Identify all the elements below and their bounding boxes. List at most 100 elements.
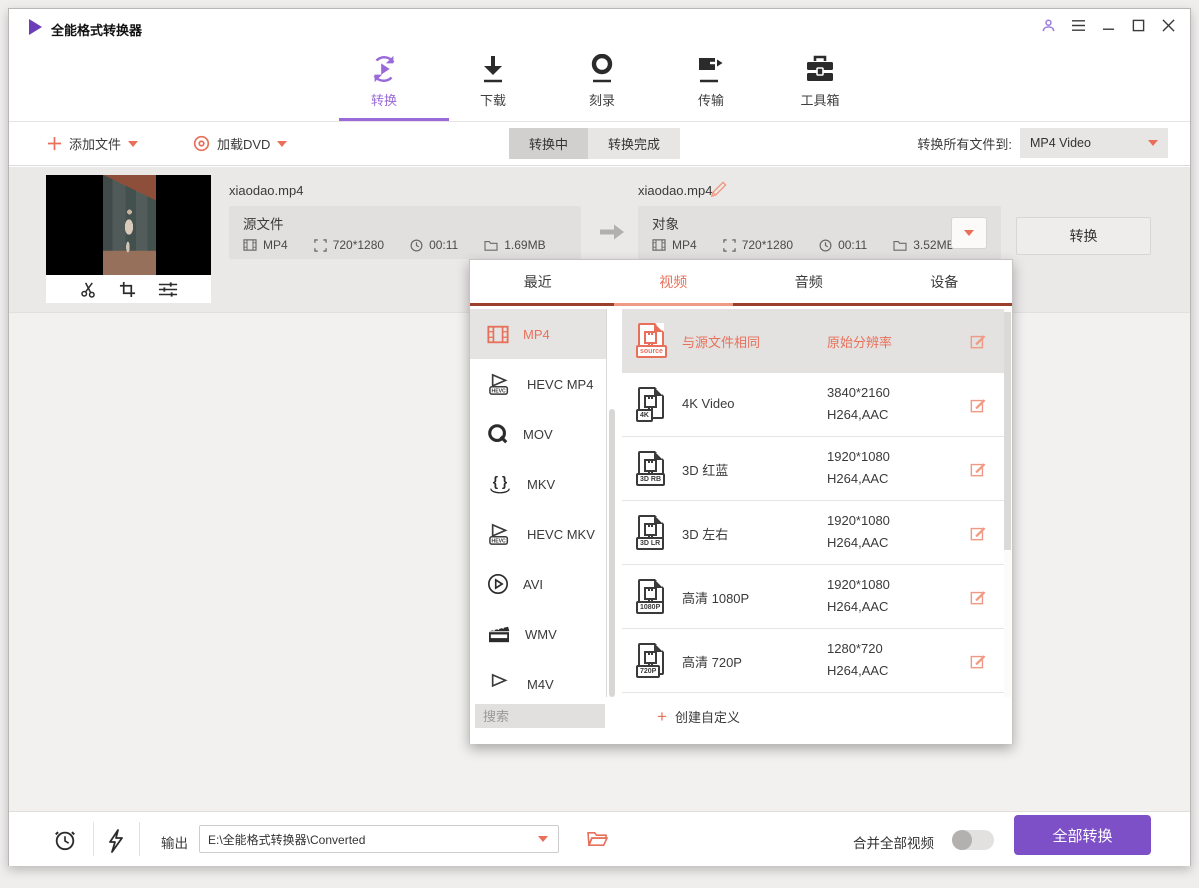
format-label: AVI <box>523 577 543 592</box>
maximize-icon[interactable] <box>1130 17 1146 33</box>
source-preset-icon: source <box>638 323 664 355</box>
format-item-hevc-mp4[interactable]: HEVC HEVC MP4 <box>470 359 606 409</box>
edit-preset-icon[interactable] <box>970 589 986 605</box>
hevc-play-icon: HEVC <box>487 523 513 545</box>
source-size: 1.69MB <box>484 238 545 252</box>
preset-file-icon: 3D LR <box>638 515 664 547</box>
convert-all-button[interactable]: 全部转换 <box>1014 815 1151 855</box>
arrow-right-icon <box>599 223 625 241</box>
wmv-clapper-icon <box>487 624 511 644</box>
film-icon <box>652 239 666 251</box>
high-speed-icon[interactable] <box>107 829 125 853</box>
resolution-icon <box>723 239 736 252</box>
create-custom-button[interactable]: + 创建自定义 <box>657 707 740 726</box>
burn-disc-icon <box>589 51 615 87</box>
tab-convert[interactable]: 转换 <box>339 45 429 111</box>
format-label: MOV <box>523 427 553 442</box>
panel-tab-video[interactable]: 视频 <box>606 260 742 303</box>
svg-text:{ }: { } <box>493 474 508 489</box>
preset-row-4k[interactable]: 4K 4K Video 3840*2160 H264,AAC <box>622 373 1006 437</box>
edit-preset-icon[interactable] <box>970 653 986 669</box>
format-item-hevc-mkv[interactable]: HEVC HEVC MKV <box>470 509 606 559</box>
create-custom-label: 创建自定义 <box>675 707 740 726</box>
resolution-icon <box>314 239 327 252</box>
convert-button[interactable]: 转换 <box>1016 217 1151 255</box>
merge-toggle[interactable] <box>952 830 994 850</box>
convert-icon <box>368 51 400 87</box>
output-label: 输出 <box>161 832 188 852</box>
toolbar: 添加文件 加载DVD 转换中 转换完成 转换所有文件到: MP4 Video <box>9 122 1190 166</box>
tab-toolbox[interactable]: 工具箱 <box>775 45 865 111</box>
format-item-avi[interactable]: AVI <box>470 559 606 609</box>
thumbnail-image <box>46 175 211 275</box>
chevron-down-icon <box>277 141 287 147</box>
plus-icon: + <box>657 708 667 725</box>
preset-row-3d-rb[interactable]: 3D RB 3D 红蓝 1920*1080 H264,AAC <box>622 437 1006 501</box>
panel-tab-recent[interactable]: 最近 <box>470 260 606 303</box>
chevron-down-icon[interactable] <box>538 836 548 842</box>
rename-edit-icon[interactable] <box>711 181 727 197</box>
format-item-mkv[interactable]: { } MKV <box>470 459 606 509</box>
effects-sliders-icon[interactable] <box>158 281 178 298</box>
video-thumbnail <box>46 175 211 303</box>
svg-text:HEVC: HEVC <box>492 539 507 545</box>
minimize-icon[interactable] <box>1100 17 1116 33</box>
edit-preset-icon[interactable] <box>970 525 986 541</box>
add-files-button[interactable]: 添加文件 <box>47 122 138 165</box>
plus-icon <box>47 136 62 151</box>
crop-icon[interactable] <box>119 281 136 298</box>
format-item-mov[interactable]: MOV <box>470 409 606 459</box>
tab-download[interactable]: 下载 <box>448 45 538 111</box>
dvd-icon <box>193 135 210 152</box>
preset-file-icon: 3D RB <box>638 451 664 483</box>
preset-row-1080p[interactable]: 1080P 高清 1080P 1920*1080 H264,AAC <box>622 565 1006 629</box>
tab-transfer[interactable]: 传输 <box>666 45 756 111</box>
format-item-mp4[interactable]: MP4 <box>470 309 606 359</box>
preset-list-scrollbar[interactable] <box>1004 309 1011 742</box>
preset-file-icon: 1080P <box>638 579 664 611</box>
open-folder-icon[interactable] <box>587 830 608 848</box>
format-item-wmv[interactable]: WMV <box>470 609 606 659</box>
preset-file-icon: 720P <box>638 643 664 675</box>
edit-preset-icon[interactable] <box>970 333 986 349</box>
trim-scissors-icon[interactable] <box>80 281 97 298</box>
source-box-title: 源文件 <box>243 213 284 233</box>
tab-converting[interactable]: 转换中 <box>509 128 588 159</box>
quicktime-icon <box>487 423 509 445</box>
close-icon[interactable] <box>1160 17 1176 33</box>
preset-list: source 与源文件相同 原始分辨率 4K 4K Video 3840*216… <box>622 309 1006 693</box>
toggle-knob <box>952 830 972 850</box>
chevron-down-icon <box>1148 140 1158 146</box>
target-info-box: 对象 MP4 720*1280 00:11 <box>638 206 1001 259</box>
target-format-dropdown-button[interactable] <box>951 217 987 249</box>
source-duration: 00:11 <box>410 238 458 252</box>
account-icon[interactable] <box>1040 17 1056 33</box>
output-path-input[interactable] <box>200 832 538 846</box>
hevc-play-icon: HEVC <box>487 373 513 395</box>
format-item-m4v[interactable]: M4V <box>470 659 606 697</box>
app-window: 全能格式转换器 <box>8 8 1191 866</box>
target-size: 3.52MB <box>893 238 954 252</box>
preset-row-720p[interactable]: 720P 高清 720P 1280*720 H264,AAC <box>622 629 1006 693</box>
menu-icon[interactable] <box>1070 17 1086 33</box>
output-format-select[interactable]: MP4 Video <box>1020 128 1168 158</box>
preset-row-3d-lr[interactable]: 3D LR 3D 左右 1920*1080 H264,AAC <box>622 501 1006 565</box>
source-info-box: 源文件 MP4 720*1280 00:11 <box>229 206 581 259</box>
preset-row-source[interactable]: source 与源文件相同 原始分辨率 <box>622 309 1006 373</box>
format-list-scrollbar[interactable] <box>609 309 615 697</box>
load-dvd-button[interactable]: 加载DVD <box>193 122 287 165</box>
edit-preset-icon[interactable] <box>970 461 986 477</box>
app-title: 全能格式转换器 <box>51 20 142 39</box>
m4v-play-icon <box>487 673 513 695</box>
tab-burn[interactable]: 刻录 <box>557 45 647 111</box>
panel-tab-audio[interactable]: 音频 <box>741 260 877 303</box>
search-input[interactable] <box>475 704 605 728</box>
tab-finished[interactable]: 转换完成 <box>588 128 680 159</box>
schedule-clock-icon[interactable] <box>53 828 77 852</box>
format-label: WMV <box>525 627 557 642</box>
avi-play-icon <box>487 573 509 595</box>
titlebar: 全能格式转换器 <box>9 9 1190 45</box>
svg-text:HEVC: HEVC <box>492 389 507 395</box>
panel-tab-device[interactable]: 设备 <box>877 260 1013 303</box>
edit-preset-icon[interactable] <box>970 397 986 413</box>
